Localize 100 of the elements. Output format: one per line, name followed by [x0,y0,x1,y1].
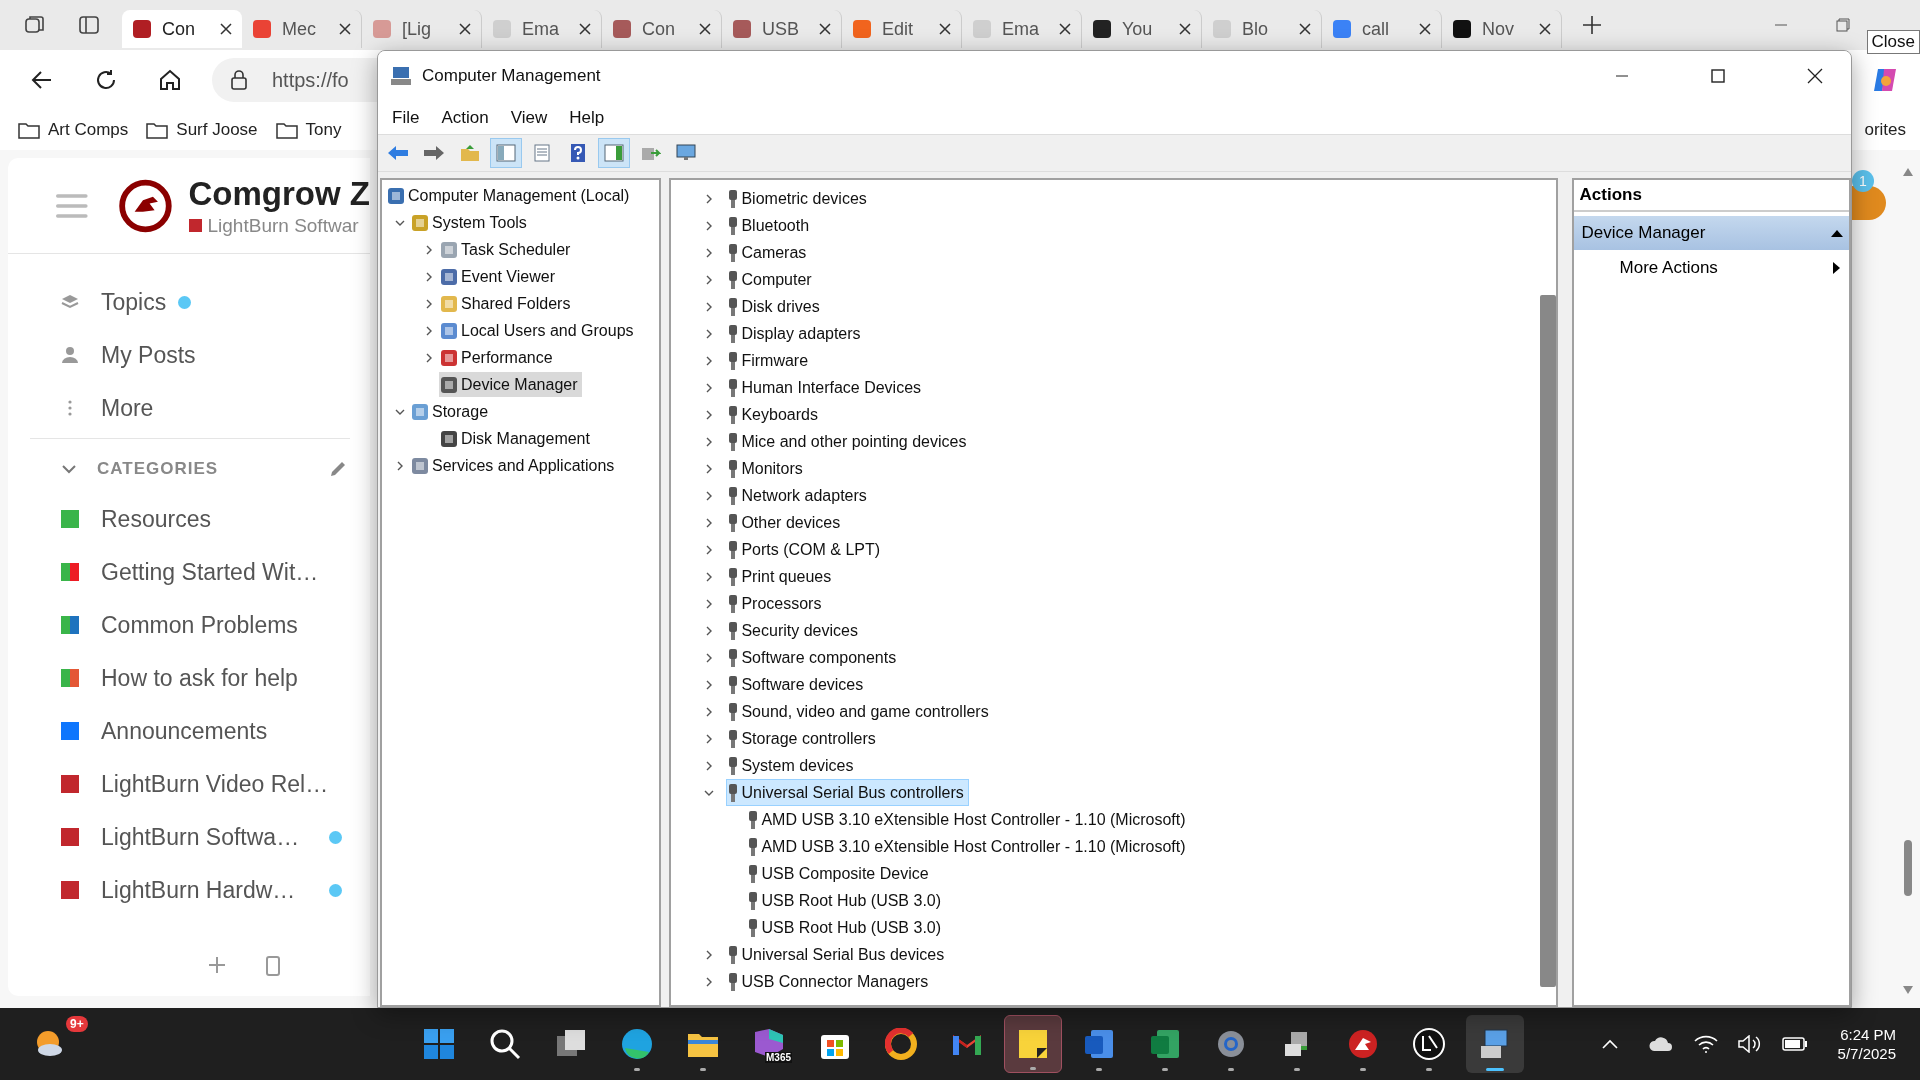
battery-icon[interactable] [1781,1037,1808,1051]
device-item[interactable]: Security devices [727,618,862,643]
close-icon[interactable] [1419,23,1431,35]
scrollbar-thumb[interactable] [1904,840,1912,896]
bookmark-folder[interactable]: Surf Joose [146,120,258,140]
device-item[interactable]: AMD USB 3.10 eXtensible Host Controller - 1.10 (Microsoft) [747,807,1190,832]
device-item[interactable]: Display adapters [727,321,865,346]
close-icon[interactable] [1299,23,1311,35]
close-icon[interactable] [699,23,711,35]
category-link[interactable]: Resources [8,499,370,539]
category-link[interactable]: LightBurn Hardw… [8,870,370,910]
browser-tab[interactable]: Ema [482,10,602,48]
scroll-up-icon[interactable] [1903,168,1913,176]
device-item[interactable]: Other devices [727,510,845,535]
sidebar-link[interactable]: My Posts [8,335,370,375]
device-item[interactable]: USB Root Hub (USB 3.0) [747,915,946,940]
refresh-icon[interactable] [94,68,118,92]
device-item[interactable]: Firmware [727,348,813,373]
browser-tab[interactable]: Blo [1202,10,1322,48]
device-item[interactable]: System devices [727,753,858,778]
category-link[interactable]: Announcements [8,711,370,751]
sidebar-link[interactable]: More [8,388,370,428]
forum-title[interactable]: Comgrow Z [188,174,370,213]
category-link[interactable]: LightBurn Video Rel… [8,764,370,804]
collapse-triangle-icon[interactable] [1831,229,1843,237]
close-icon[interactable] [1179,23,1191,35]
tree-item[interactable]: Storage [410,399,493,424]
restore-icon[interactable] [1836,18,1850,32]
category-link[interactable]: Common Problems [8,605,370,645]
device-item[interactable]: Sound, video and game controllers [727,699,993,724]
tree-item[interactable]: Services and Applications [410,453,619,478]
device-item[interactable]: Software components [727,645,901,670]
taskbar-app[interactable] [1466,1015,1524,1073]
device-item[interactable]: USB Root Hub (USB 3.0) [747,888,946,913]
device-item[interactable]: Ports (COM & LPT) [727,537,885,562]
device-item[interactable]: Universal Serial Bus controllers [727,780,968,805]
home-icon[interactable] [158,68,182,92]
category-link[interactable]: How to ask for help [8,658,370,698]
device-item[interactable]: Print queues [727,564,836,589]
menu-item[interactable]: View [510,107,548,128]
tree-item[interactable]: Event Viewer [439,264,559,289]
tree-item[interactable]: System Tools [410,210,531,235]
show-hidden-icons-icon[interactable] [1601,1039,1618,1049]
device-item[interactable]: Keyboards [727,402,822,427]
close-icon[interactable] [579,23,591,35]
chevron-down-icon[interactable] [61,464,77,474]
device-item[interactable]: Network adapters [727,483,871,508]
close-icon[interactable] [459,23,471,35]
menu-item[interactable]: File [392,107,420,128]
maximize-icon[interactable] [1711,69,1725,83]
workspaces-icon[interactable] [24,14,46,36]
clock[interactable]: 6:24 PM 5/7/2025 [1837,1026,1896,1062]
address-field[interactable]: https://fo [212,58,380,102]
browser-tab[interactable]: call [1322,10,1442,48]
device-item[interactable]: Monitors [727,456,807,481]
tree-item[interactable]: Performance [439,345,557,370]
browser-tab[interactable]: USB [722,10,842,48]
device-item[interactable]: Human Interface Devices [727,375,926,400]
device-item[interactable]: USB Composite Device [747,861,933,886]
bookmark-folder[interactable]: Tony [275,120,342,140]
device-item[interactable]: Bluetooth [727,213,814,238]
browser-tab[interactable]: Ema [962,10,1082,48]
tree-item[interactable]: Computer Management (Local) [386,183,634,208]
browser-tab[interactable]: [Lig [362,10,482,48]
device-item[interactable]: Cameras [727,240,811,265]
close-icon[interactable] [939,23,951,35]
device-item[interactable]: AMD USB 3.10 eXtensible Host Controller - 1.10 (Microsoft) [747,834,1190,859]
category-link[interactable]: Getting Started Wit… [8,552,370,592]
phone-icon[interactable] [266,956,280,976]
menu-item[interactable]: Action [441,107,489,128]
browser-tab[interactable]: Edit [842,10,962,48]
toolbar-button[interactable] [598,138,630,168]
device-item[interactable]: Storage controllers [727,726,880,751]
tree-item[interactable]: Disk Management [439,426,594,451]
close-icon[interactable] [1539,23,1551,35]
close-icon[interactable] [220,23,232,35]
browser-tab[interactable]: Nov [1442,10,1562,48]
scroll-down-icon[interactable] [1903,986,1913,994]
wifi-icon[interactable] [1693,1035,1718,1053]
browser-tab[interactable]: Mec [242,10,362,48]
tree-item[interactable]: Task Scheduler [439,237,575,262]
close-icon[interactable] [1807,68,1823,84]
bookmark-folder[interactable]: Art Comps [18,120,129,140]
favorites-link[interactable]: orites [1864,120,1906,140]
pencil-icon[interactable] [328,459,348,479]
device-item[interactable]: Mice and other pointing devices [727,429,971,454]
plus-icon[interactable] [208,956,226,974]
scrollbar-thumb[interactable] [1539,295,1556,987]
action-item[interactable]: More Actions [1573,250,1849,286]
taskbar-app[interactable]: M365 [740,1015,798,1073]
taskbar-app[interactable] [1004,1015,1062,1073]
device-item[interactable]: Computer [727,267,816,292]
device-item[interactable]: Disk drives [727,294,824,319]
close-icon[interactable] [339,23,351,35]
actions-section[interactable]: Device Manager [1573,216,1849,250]
device-item[interactable]: Universal Serial Bus devices [727,942,949,967]
tree-item[interactable]: Shared Folders [439,291,575,316]
tree-item[interactable]: Device Manager [439,372,582,397]
device-item[interactable]: USB Connector Managers [727,969,933,994]
close-icon[interactable] [1059,23,1071,35]
